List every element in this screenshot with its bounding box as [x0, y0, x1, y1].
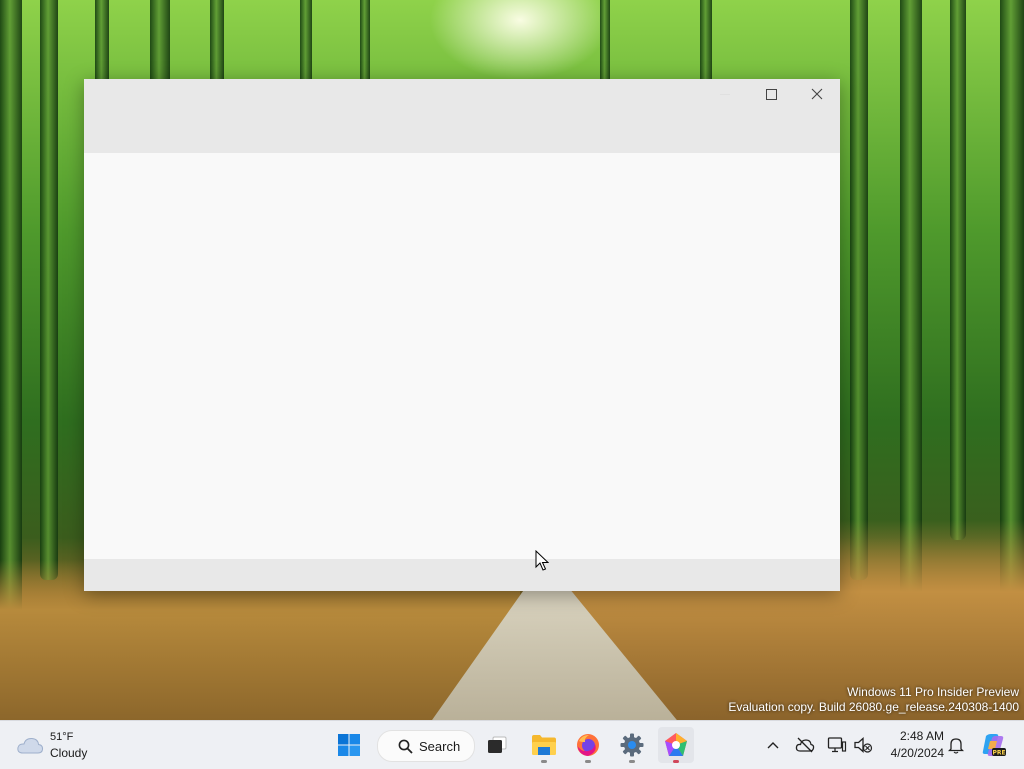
- maximize-icon: [765, 88, 777, 100]
- mouse-pointer-icon: [535, 550, 549, 571]
- close-icon: [811, 88, 823, 100]
- clock-time: 2:48 AM: [899, 729, 944, 743]
- search-label: Search: [419, 738, 461, 754]
- window-footer-bar: [84, 559, 840, 591]
- task-view-icon: [488, 736, 507, 753]
- close-button[interactable]: [794, 79, 840, 109]
- running-indicator: [541, 760, 547, 763]
- taskbar-file-explorer[interactable]: [526, 727, 562, 763]
- app-window[interactable]: [84, 79, 840, 591]
- minimize-icon: [720, 93, 730, 95]
- maximize-button[interactable]: [748, 79, 794, 109]
- cloud-icon: [17, 737, 44, 754]
- watermark-build: Evaluation copy. Build 26080.ge_release.…: [728, 700, 1019, 714]
- show-hidden-icons-button[interactable]: [761, 733, 785, 757]
- network-display-icon: [827, 737, 847, 753]
- clock-date: 4/20/2024: [890, 746, 944, 760]
- network-tray-icon[interactable]: [825, 733, 849, 757]
- running-indicator: [585, 760, 591, 763]
- search-icon: [398, 739, 413, 754]
- chevron-up-icon: [767, 742, 779, 749]
- weather-condition: Cloudy: [50, 746, 88, 760]
- taskbar: 51°F Cloudy Search 2:48 AM 4/20/2024 PRE: [0, 720, 1024, 769]
- gem-app-icon: [665, 733, 687, 756]
- folder-icon: [532, 735, 556, 755]
- weather-temperature: 51°F: [50, 731, 74, 743]
- notification-center-button[interactable]: [944, 733, 968, 757]
- minimize-button[interactable]: [702, 79, 748, 109]
- onedrive-offline-icon: [795, 737, 815, 753]
- windows-logo-icon: [338, 734, 360, 756]
- taskbar-settings[interactable]: [614, 727, 650, 763]
- task-view-button[interactable]: [479, 727, 515, 763]
- svg-text:PRE: PRE: [992, 750, 1005, 757]
- running-indicator: [673, 760, 679, 763]
- evaluation-watermark: Windows 11 Pro Insider Preview Evaluatio…: [728, 685, 1019, 715]
- watermark-edition: Windows 11 Pro Insider Preview: [847, 685, 1019, 699]
- notification-bell-icon: [948, 738, 964, 754]
- weather-widget[interactable]: 51°F Cloudy: [16, 727, 87, 763]
- taskbar-active-app[interactable]: [658, 727, 694, 763]
- volume-tray-icon[interactable]: [851, 733, 875, 757]
- window-content-area[interactable]: [84, 153, 840, 559]
- taskbar-search-box[interactable]: Search: [377, 730, 475, 762]
- settings-gear-icon: [620, 733, 644, 757]
- taskbar-firefox[interactable]: [570, 727, 606, 763]
- start-button[interactable]: [331, 727, 367, 763]
- copilot-pre-icon: PRE: [982, 734, 1006, 757]
- window-titlebar[interactable]: [84, 79, 840, 153]
- copilot-button[interactable]: PRE: [979, 733, 1007, 757]
- volume-muted-icon: [854, 737, 873, 753]
- onedrive-tray-icon[interactable]: [793, 733, 817, 757]
- taskbar-clock[interactable]: 2:48 AM 4/20/2024: [880, 728, 944, 762]
- firefox-icon: [577, 734, 599, 756]
- running-indicator: [629, 760, 635, 763]
